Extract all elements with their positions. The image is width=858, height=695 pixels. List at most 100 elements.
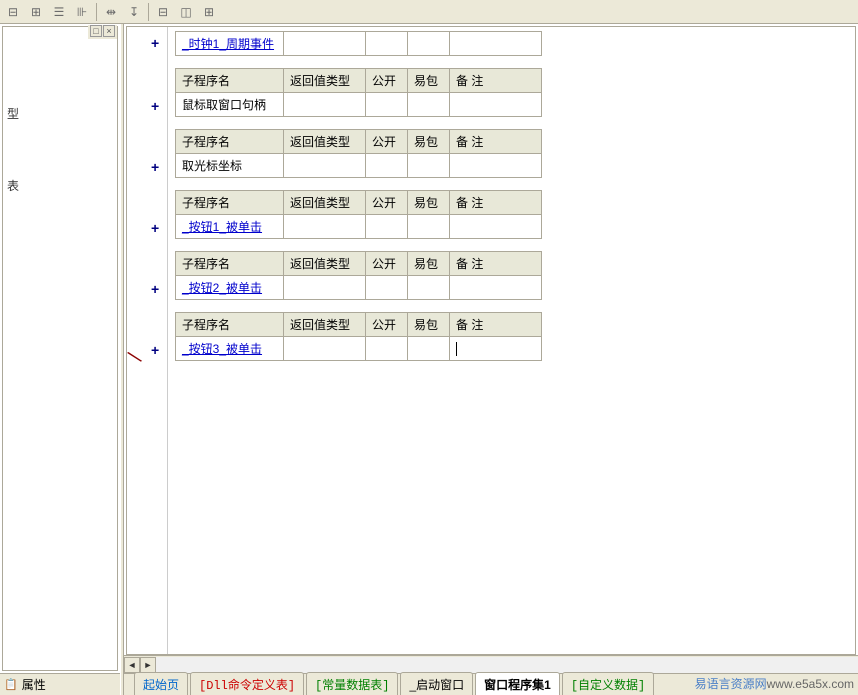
col-header-type: 返回值类型 bbox=[284, 69, 366, 93]
col-header-name: 子程序名 bbox=[176, 130, 284, 154]
tab[interactable]: 窗口程序集1 bbox=[475, 672, 560, 695]
public-cell[interactable] bbox=[366, 93, 408, 117]
col-header-pack: 易包 bbox=[408, 130, 450, 154]
col-header-public: 公开 bbox=[366, 69, 408, 93]
public-cell[interactable] bbox=[366, 276, 408, 300]
subroutine-name-cell[interactable]: _按钮1_被单击 bbox=[176, 215, 284, 239]
col-header-type: 返回值类型 bbox=[284, 191, 366, 215]
tab-label: [自定义数据] bbox=[571, 679, 645, 693]
col-header-pack: 易包 bbox=[408, 69, 450, 93]
col-header-pack: 易包 bbox=[408, 252, 450, 276]
return-type-cell[interactable] bbox=[284, 215, 366, 239]
properties-tab[interactable]: 📋 属性 bbox=[0, 673, 120, 695]
toolbar-separator bbox=[96, 3, 97, 21]
pack-cell[interactable] bbox=[408, 276, 450, 300]
tab-label: 起始页 bbox=[143, 678, 179, 692]
subroutine-block: +子程序名返回值类型公开易包备 注_按钮1_被单击 bbox=[127, 190, 855, 239]
col-header-public: 公开 bbox=[366, 191, 408, 215]
expand-icon[interactable]: + bbox=[151, 98, 159, 114]
align-right-icon[interactable]: ⊞ bbox=[25, 2, 47, 22]
subroutine-table: 子程序名返回值类型公开易包备 注取光标坐标 bbox=[175, 129, 542, 178]
grid-icon[interactable]: ⊞ bbox=[198, 2, 220, 22]
tab-label: 窗口程序集1 bbox=[484, 678, 551, 692]
left-label-1: 型 bbox=[7, 105, 113, 122]
panel-min-icon[interactable]: □ bbox=[90, 25, 102, 37]
public-cell[interactable] bbox=[366, 215, 408, 239]
subroutine-name-cell[interactable]: _按钮2_被单击 bbox=[176, 276, 284, 300]
align-justify-icon[interactable]: ☰ bbox=[48, 2, 70, 22]
col-header-type: 返回值类型 bbox=[284, 252, 366, 276]
note-cell[interactable] bbox=[450, 154, 542, 178]
note-cell[interactable] bbox=[450, 32, 542, 56]
left-content: 型 表 bbox=[3, 41, 117, 670]
align-left-icon[interactable]: ⊟ bbox=[2, 2, 24, 22]
tab[interactable]: [常量数据表] bbox=[306, 672, 398, 695]
arrow-both-icon[interactable]: ⇹ bbox=[100, 2, 122, 22]
toolbar: ⊟ ⊞ ☰ ⊪ ⇹ ↧ ⊟ ◫ ⊞ bbox=[0, 0, 858, 24]
expand-icon[interactable]: + bbox=[151, 220, 159, 236]
col-header-public: 公开 bbox=[366, 130, 408, 154]
subroutine-name-cell[interactable]: 取光标坐标 bbox=[176, 154, 284, 178]
subroutine-name-cell[interactable]: 鼠标取窗口句柄 bbox=[176, 93, 284, 117]
align-center-icon[interactable]: ⊪ bbox=[71, 2, 93, 22]
expand-icon[interactable]: + bbox=[151, 342, 159, 358]
subroutine-block: ╲+子程序名返回值类型公开易包备 注_按钮3_被单击 bbox=[127, 312, 855, 361]
arrow-down-icon[interactable]: ↧ bbox=[123, 2, 145, 22]
scroll-track[interactable] bbox=[156, 657, 858, 673]
panel-close-icon[interactable]: × bbox=[103, 25, 115, 37]
pack-cell[interactable] bbox=[408, 215, 450, 239]
expand-icon[interactable]: + bbox=[151, 35, 159, 51]
pack-cell[interactable] bbox=[408, 337, 450, 361]
col-header-name: 子程序名 bbox=[176, 191, 284, 215]
return-type-cell[interactable] bbox=[284, 32, 366, 56]
left-label-2: 表 bbox=[7, 177, 113, 194]
public-cell[interactable] bbox=[366, 32, 408, 56]
col-header-note: 备 注 bbox=[450, 69, 542, 93]
main-area: □ × 型 表 📋 属性 +_时钟1_周期事件+子程序名返回值类型公开易包备 注… bbox=[0, 24, 858, 695]
horizontal-scrollbar[interactable]: ◄ ► bbox=[124, 655, 858, 673]
expand-icon[interactable]: + bbox=[151, 159, 159, 175]
tab[interactable]: 起始页 bbox=[134, 672, 188, 695]
col-header-name: 子程序名 bbox=[176, 252, 284, 276]
col-header-pack: 易包 bbox=[408, 313, 450, 337]
return-type-cell[interactable] bbox=[284, 154, 366, 178]
subroutine-table: 子程序名返回值类型公开易包备 注鼠标取窗口句柄 bbox=[175, 68, 542, 117]
left-panel-header: □ × bbox=[88, 25, 117, 39]
tab[interactable]: [Dll命令定义表] bbox=[190, 672, 304, 695]
subroutine-block: + 子程序名返回值类型公开易包备 注取光标坐标 bbox=[127, 129, 855, 178]
return-type-cell[interactable] bbox=[284, 93, 366, 117]
expand-icon[interactable]: + bbox=[151, 281, 159, 297]
return-type-cell[interactable] bbox=[284, 276, 366, 300]
subroutine-table: 子程序名返回值类型公开易包备 注_按钮2_被单击 bbox=[175, 251, 542, 300]
wand-icon: ╲ bbox=[128, 349, 141, 365]
scroll-left-icon[interactable]: ◄ bbox=[124, 657, 140, 673]
left-panel-body: □ × 型 表 bbox=[2, 26, 118, 671]
subroutine-name-cell[interactable]: _时钟1_周期事件 bbox=[176, 32, 284, 56]
public-cell[interactable] bbox=[366, 337, 408, 361]
subroutine-row: _时钟1_周期事件 bbox=[175, 31, 542, 56]
pack-cell[interactable] bbox=[408, 32, 450, 56]
note-cell[interactable] bbox=[450, 276, 542, 300]
split-v-icon[interactable]: ◫ bbox=[175, 2, 197, 22]
public-cell[interactable] bbox=[366, 154, 408, 178]
split-h-icon[interactable]: ⊟ bbox=[152, 2, 174, 22]
tab-label: [Dll命令定义表] bbox=[199, 679, 295, 693]
pack-cell[interactable] bbox=[408, 93, 450, 117]
note-cell[interactable] bbox=[450, 93, 542, 117]
right-area: +_时钟1_周期事件+子程序名返回值类型公开易包备 注鼠标取窗口句柄+子程序名返… bbox=[124, 24, 858, 695]
scroll-right-icon[interactable]: ► bbox=[140, 657, 156, 673]
tab[interactable]: _启动窗口 bbox=[400, 672, 473, 695]
col-header-type: 返回值类型 bbox=[284, 313, 366, 337]
subroutine-block: + _时钟1_周期事件 bbox=[127, 31, 855, 56]
note-cell[interactable] bbox=[450, 215, 542, 239]
tab[interactable]: [自定义数据] bbox=[562, 672, 654, 695]
subroutine-name-cell[interactable]: _按钮3_被单击 bbox=[176, 337, 284, 361]
pack-cell[interactable] bbox=[408, 154, 450, 178]
col-header-name: 子程序名 bbox=[176, 69, 284, 93]
return-type-cell[interactable] bbox=[284, 337, 366, 361]
note-cell[interactable] bbox=[450, 337, 542, 361]
code-area: +_时钟1_周期事件+子程序名返回值类型公开易包备 注鼠标取窗口句柄+子程序名返… bbox=[126, 26, 856, 655]
watermark-url: www.e5a5x.com bbox=[767, 677, 854, 691]
watermark: 易语言资源网www.e5a5x.com bbox=[695, 675, 854, 692]
properties-label: 属性 bbox=[22, 676, 46, 693]
